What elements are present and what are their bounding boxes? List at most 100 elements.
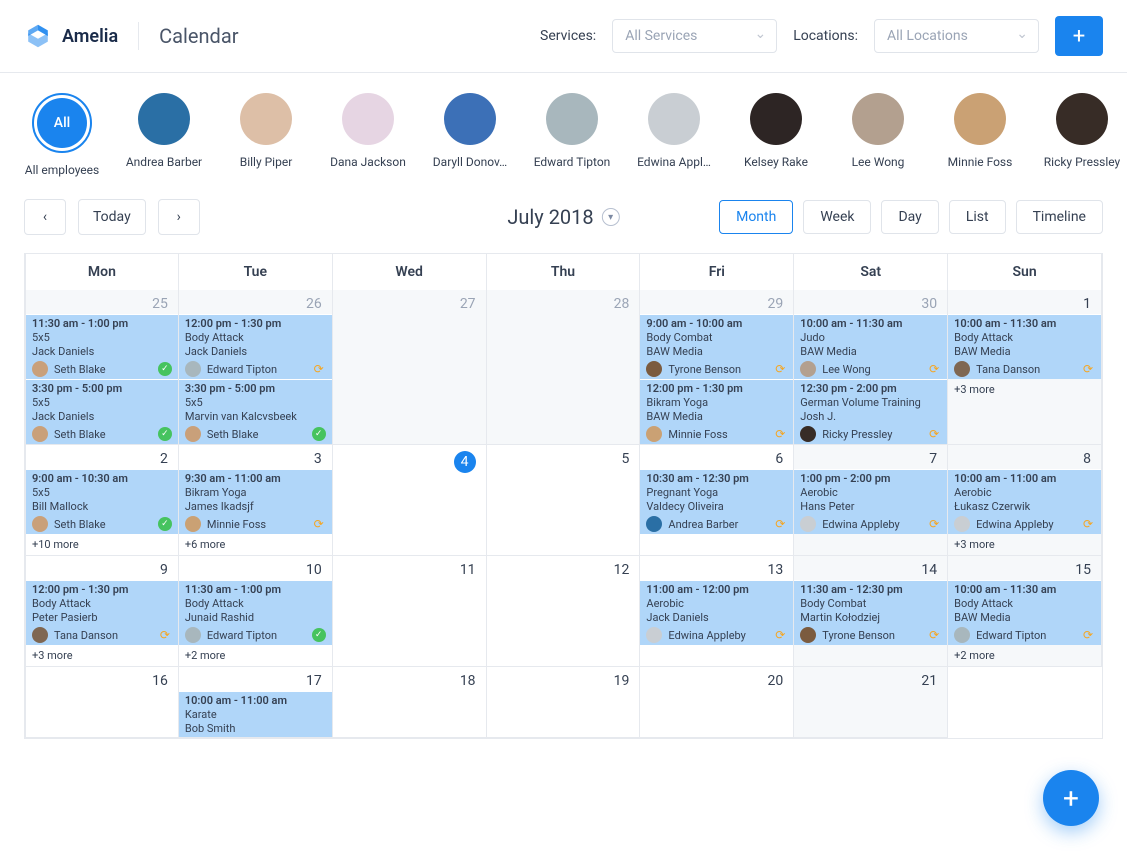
- appointment-time: 9:30 am - 11:00 am: [185, 472, 326, 485]
- calendar-cell[interactable]: 912:00 pm - 1:30 pmBody AttackPeter Pasi…: [25, 556, 179, 667]
- employee-filter-minnie[interactable]: Minnie Foss: [942, 93, 1018, 177]
- day-number: 13: [640, 556, 793, 580]
- appointment[interactable]: 12:00 pm - 1:30 pmBody AttackPeter Pasie…: [26, 580, 178, 645]
- employee-filter-billy[interactable]: Billy Piper: [228, 93, 304, 177]
- calendar-cell[interactable]: 11: [333, 556, 487, 667]
- view-day[interactable]: Day: [881, 200, 938, 234]
- appointment-employee-row: Tyrone Benson⟳: [800, 627, 941, 643]
- appointment-employee: Edwina Appleby: [668, 629, 767, 642]
- brand-logo[interactable]: Amelia: [24, 22, 139, 50]
- calendar-cell[interactable]: 110:00 am - 11:30 amBody AttackBAW Media…: [948, 290, 1102, 445]
- view-timeline[interactable]: Timeline: [1016, 200, 1103, 234]
- prev-button[interactable]: ‹: [24, 199, 66, 235]
- appointment-client: Marvin van Kalcvsbeek: [185, 410, 326, 423]
- appointment[interactable]: 10:00 am - 11:30 amBody AttackBAW MediaE…: [948, 580, 1101, 645]
- calendar-cell[interactable]: 27: [333, 290, 487, 445]
- appointment[interactable]: 10:00 am - 11:00 amAerobicŁukasz Czerwik…: [948, 469, 1101, 534]
- locations-select[interactable]: All Locations: [874, 19, 1039, 53]
- calendar-cell[interactable]: 21: [794, 667, 948, 738]
- avatar: [185, 627, 201, 643]
- calendar-cell[interactable]: 2612:00 pm - 1:30 pmBody AttackJack Dani…: [179, 290, 333, 445]
- appointment[interactable]: 12:30 pm - 2:00 pmGerman Volume Training…: [794, 379, 947, 444]
- appointment[interactable]: 12:00 pm - 1:30 pmBody AttackJack Daniel…: [179, 314, 332, 379]
- fab-add-button[interactable]: +: [1043, 770, 1099, 826]
- more-link[interactable]: +3 more: [948, 379, 1101, 400]
- appointment[interactable]: 10:00 am - 11:30 amJudoBAW MediaLee Wong…: [794, 314, 947, 379]
- more-link[interactable]: +2 more: [179, 645, 332, 666]
- calendar-cell[interactable]: 810:00 am - 11:00 amAerobicŁukasz Czerwi…: [948, 445, 1102, 556]
- appointment-service: 5x5: [32, 396, 172, 409]
- more-link[interactable]: +3 more: [948, 534, 1101, 555]
- appointment-employee-row: Ricky Pressley⟳: [800, 426, 941, 442]
- month-picker[interactable]: July 2018 ▾: [507, 205, 619, 229]
- calendar-cell[interactable]: 71:00 pm - 2:00 pmAerobicHans PeterEdwin…: [794, 445, 948, 556]
- appointment[interactable]: 3:30 pm - 5:00 pm5x5Marvin van Kalcvsbee…: [179, 379, 332, 444]
- employee-filter-edward[interactable]: Edward Tipton: [534, 93, 610, 177]
- employee-filter-andrea[interactable]: Andrea Barber: [126, 93, 202, 177]
- appointment[interactable]: 9:00 am - 10:00 amBody CombatBAW MediaTy…: [640, 314, 793, 379]
- appointment-employee-row: Edward Tipton✓: [185, 627, 326, 643]
- status-approved-icon: ✓: [158, 362, 172, 376]
- day-number: 29: [640, 290, 793, 314]
- calendar-cell[interactable]: 12: [487, 556, 641, 667]
- employee-name: All employees: [20, 163, 104, 177]
- calendar-cell[interactable]: 28: [487, 290, 641, 445]
- day-number: 26: [179, 290, 332, 314]
- view-week[interactable]: Week: [803, 200, 871, 234]
- more-link[interactable]: +2 more: [948, 645, 1101, 666]
- more-link[interactable]: +10 more: [26, 534, 178, 555]
- employee-filter-daryll[interactable]: Daryll Donov…: [432, 93, 508, 177]
- calendar-cell[interactable]: 1510:00 am - 11:30 amBody AttackBAW Medi…: [948, 556, 1102, 667]
- day-number: 25: [26, 290, 178, 314]
- calendar-cell[interactable]: 4: [333, 445, 487, 556]
- calendar-cell[interactable]: 1411:30 am - 12:30 pmBody CombatMartin K…: [794, 556, 948, 667]
- appointment[interactable]: 9:30 am - 11:00 amBikram YogaJames Ikads…: [179, 469, 332, 534]
- employee-filter-dana[interactable]: Dana Jackson: [330, 93, 406, 177]
- employee-filter-ricky[interactable]: Ricky Pressley: [1044, 93, 1120, 177]
- employee-filter-edwina[interactable]: Edwina Appl…: [636, 93, 712, 177]
- employee-filter-lee[interactable]: Lee Wong: [840, 93, 916, 177]
- calendar-cell[interactable]: 1311:00 am - 12:00 pmAerobicJack Daniels…: [640, 556, 794, 667]
- view-list[interactable]: List: [949, 200, 1006, 234]
- add-button[interactable]: +: [1055, 16, 1103, 56]
- services-select[interactable]: All Services: [612, 19, 777, 53]
- calendar-cell[interactable]: 2511:30 am - 1:00 pm5x5Jack DanielsSeth …: [25, 290, 179, 445]
- calendar-cell[interactable]: 18: [333, 667, 487, 738]
- appointment-time: 10:00 am - 11:30 am: [954, 317, 1095, 330]
- appointment[interactable]: 12:00 pm - 1:30 pmBikram YogaBAW MediaMi…: [640, 379, 793, 444]
- appointment[interactable]: 11:00 am - 12:00 pmAerobicJack DanielsEd…: [640, 580, 793, 645]
- calendar-cell[interactable]: 1710:00 am - 11:00 amKarateBob Smith: [179, 667, 333, 738]
- view-month[interactable]: Month: [719, 200, 793, 234]
- calendar-cell[interactable]: 3010:00 am - 11:30 amJudoBAW MediaLee Wo…: [794, 290, 948, 445]
- calendar-cell[interactable]: 29:00 am - 10:30 am5x5Bill MallockSeth B…: [25, 445, 179, 556]
- brand-name: Amelia: [62, 26, 118, 47]
- appointment[interactable]: 11:30 am - 1:00 pmBody AttackJunaid Rash…: [179, 580, 332, 645]
- next-button[interactable]: ›: [158, 199, 200, 235]
- more-link[interactable]: +6 more: [179, 534, 332, 555]
- today-button[interactable]: Today: [78, 199, 146, 235]
- appointment[interactable]: 10:30 am - 12:30 pmPregnant YogaValdecy …: [640, 469, 793, 534]
- appointment[interactable]: 11:30 am - 1:00 pm5x5Jack DanielsSeth Bl…: [26, 314, 178, 379]
- calendar-cell[interactable]: 1011:30 am - 1:00 pmBody AttackJunaid Ra…: [179, 556, 333, 667]
- calendar-cell[interactable]: 39:30 am - 11:00 amBikram YogaJames Ikad…: [179, 445, 333, 556]
- weekday-header: Wed: [333, 253, 487, 290]
- appointment-service: 5x5: [32, 331, 172, 344]
- appointment[interactable]: 10:00 am - 11:30 amBody AttackBAW MediaT…: [948, 314, 1101, 379]
- calendar-cell[interactable]: 299:00 am - 10:00 amBody CombatBAW Media…: [640, 290, 794, 445]
- appointment[interactable]: 11:30 am - 12:30 pmBody CombatMartin Koł…: [794, 580, 947, 645]
- calendar-cell[interactable]: 16: [25, 667, 179, 738]
- calendar-cell[interactable]: 610:30 am - 12:30 pmPregnant YogaValdecy…: [640, 445, 794, 556]
- calendar-cell[interactable]: 5: [487, 445, 641, 556]
- appointment[interactable]: 9:00 am - 10:30 am5x5Bill MallockSeth Bl…: [26, 469, 178, 534]
- employee-name: Dana Jackson: [326, 155, 410, 169]
- more-link[interactable]: +3 more: [26, 645, 178, 666]
- calendar-cell[interactable]: 19: [487, 667, 641, 738]
- employee-filter-all[interactable]: AllAll employees: [24, 93, 100, 177]
- day-number: 14: [794, 556, 947, 580]
- appointment[interactable]: 10:00 am - 11:00 amKarateBob Smith: [179, 691, 332, 737]
- employee-filter-kelsey[interactable]: Kelsey Rake: [738, 93, 814, 177]
- appointment[interactable]: 3:30 pm - 5:00 pm5x5Jack DanielsSeth Bla…: [26, 379, 178, 444]
- calendar-cell[interactable]: 20: [640, 667, 794, 738]
- appointment[interactable]: 1:00 pm - 2:00 pmAerobicHans PeterEdwina…: [794, 469, 947, 534]
- appointment-employee-row: Seth Blake✓: [32, 516, 172, 532]
